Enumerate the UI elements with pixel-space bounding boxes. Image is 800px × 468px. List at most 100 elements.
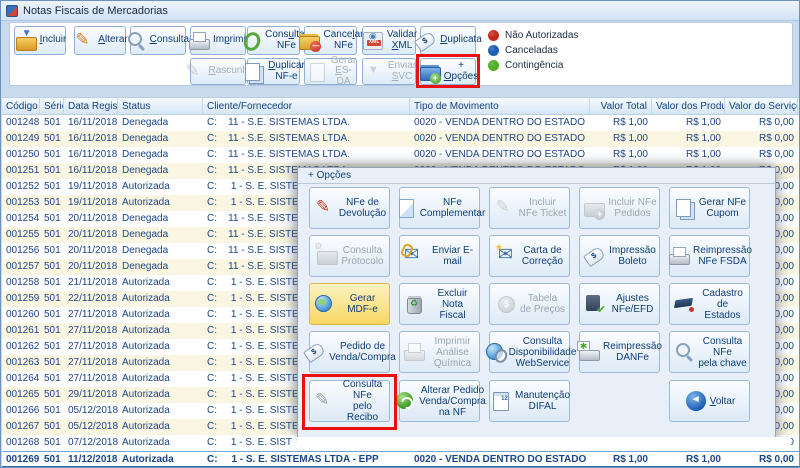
excluir-nota-fiscal-label: Excluir NotaFiscal [428, 288, 477, 321]
nfe-devolucao-button[interactable]: NFe deDevolução [309, 187, 390, 229]
gerar-nfe-cupom-button[interactable]: Gerar NFeCupom [669, 187, 750, 229]
cell-date: 27/11/2018 [64, 339, 118, 355]
cell-code: 001254 [2, 211, 40, 227]
alterar-button[interactable]: Alterar [74, 26, 126, 55]
ajustes-nfe-efd-icon [582, 293, 606, 315]
table-row[interactable]: 00124950116/11/2018DenegadaC: 11 - S.E. … [2, 131, 800, 147]
column-header-client[interactable]: Cliente/Fornecedor [203, 98, 410, 114]
duplicar-nfe-button[interactable]: DuplicarNF-e [247, 58, 300, 85]
duplicata-button[interactable]: Duplicata [420, 26, 476, 55]
cell-date: 19/11/2018 [64, 195, 118, 211]
window-title: Notas Fiscais de Mercadorias [23, 5, 168, 17]
column-header-total[interactable]: Valor Total [590, 98, 652, 114]
app-window: Notas Fiscais de Mercadorias Não Autoriz… [0, 0, 800, 468]
alterar-pedido-na-nf-button[interactable]: Alterar PedidoVenda/Comprana NF [399, 380, 480, 422]
cell-serie: 501 [40, 355, 64, 371]
cell-code: 001257 [2, 259, 40, 275]
consultar-button[interactable]: Consultar [130, 26, 186, 55]
nfe-complementar-label: NFeComplementar [420, 197, 486, 219]
cell-date: 05/12/2018 [64, 419, 118, 435]
cell-status: Autorizada [118, 307, 203, 323]
column-header-service[interactable]: Valor do Serviço [725, 98, 798, 114]
cell-serie: 501 [40, 307, 64, 323]
cell-date: 16/11/2018 [64, 115, 118, 131]
cell-date: 07/12/2018 [64, 435, 118, 451]
reimpressao-danfe-button[interactable]: ReimpressãoDANFe [579, 331, 660, 373]
pedido-venda-compra-button[interactable]: Pedido deVenda/Compra [309, 331, 390, 373]
cell-date: 20/11/2018 [64, 243, 118, 259]
consulta-protocolo-button: ConsultaProtocolo [309, 235, 390, 277]
gerar-mdfe-button[interactable]: Gerar MDF-e [309, 283, 390, 325]
cell-products: R$ 1,00 [652, 147, 725, 163]
reimpressao-danfe-label: ReimpressãoDANFe [603, 341, 662, 363]
imprimir-analise-quimica-icon [402, 341, 426, 363]
app-icon [6, 5, 18, 17]
opcoes-button[interactable]: + Opções [420, 58, 476, 85]
carta-correcao-label: Carta deCorreção [522, 245, 563, 267]
carta-correcao-button[interactable]: Carta deCorreção [489, 235, 570, 277]
enviar-email-button[interactable]: Enviar E-mail [399, 235, 480, 277]
incluir-icon [14, 30, 38, 52]
cell-date: 20/11/2018 [64, 259, 118, 275]
cell-code: 001259 [2, 291, 40, 307]
column-header-code[interactable]: Código [2, 98, 40, 114]
nfe-complementar-button[interactable]: NFeComplementar [399, 187, 480, 229]
cell-date: 22/11/2018 [64, 291, 118, 307]
consulta-nfe-pela-chave-button[interactable]: Consulta NFepela chave [669, 331, 750, 373]
column-header-status[interactable]: Status [118, 98, 203, 114]
table-row-selected[interactable]: 00126950111/12/2018AutorizadaC: 1 - S. E… [2, 451, 800, 467]
imprimir-analise-quimica-label: Imprimir AnáliseQuímica [428, 336, 477, 369]
ajustes-nfe-efd-label: Ajustes NFe/EFD [608, 293, 657, 315]
validar-xml-button[interactable]: ValidarXML [362, 26, 416, 55]
excluir-nota-fiscal-button[interactable]: Excluir NotaFiscal [399, 283, 480, 325]
gerar-es-da-icon [305, 61, 329, 83]
cell-date: 27/11/2018 [64, 355, 118, 371]
legend-dot-icon [488, 60, 499, 71]
cell-date: 20/11/2018 [64, 227, 118, 243]
cadastro-de-estados-button[interactable]: Cadastro deEstados [669, 283, 750, 325]
gerar-mdfe-icon [312, 293, 336, 315]
cell-status: Autorizada [118, 339, 203, 355]
alterar-pedido-na-nf-icon [393, 390, 417, 412]
cell-status: Denegada [118, 115, 203, 131]
voltar-button[interactable]: Voltar [669, 380, 750, 422]
cell-serie: 501 [40, 323, 64, 339]
cell-code: 001265 [2, 387, 40, 403]
cell-status: Autorizada [118, 419, 203, 435]
popup-shadow-strip [297, 437, 791, 451]
cancelar-nfe-button[interactable]: CancelarNFe [304, 26, 357, 55]
consulta-nfe-pelo-recibo-icon [312, 390, 336, 412]
cell-status: Autorizada [118, 323, 203, 339]
cell-products: R$ 1,00 [652, 131, 725, 147]
cell-status: Denegada [118, 243, 203, 259]
cell-total: R$ 1,00 [590, 115, 652, 131]
cell-serie: 501 [40, 452, 64, 466]
tabela-de-precos-label: Tabelade Preços [520, 293, 565, 315]
column-header-products[interactable]: Valor dos Produtos [652, 98, 725, 114]
column-header-serie[interactable]: Série [40, 98, 64, 114]
ajustes-nfe-efd-button[interactable]: Ajustes NFe/EFD [579, 283, 660, 325]
gerar-mdfe-label: Gerar MDF-e [338, 293, 387, 315]
pedido-venda-compra-icon [303, 341, 327, 363]
cell-code: 001267 [2, 419, 40, 435]
cell-movement: 0020 - VENDA DENTRO DO ESTADO [410, 147, 590, 163]
consultar-nfe-button[interactable]: ConsultarNFe [247, 26, 300, 55]
table-row[interactable]: 00125050116/11/2018DenegadaC: 11 - S.E. … [2, 147, 800, 163]
cell-serie: 501 [40, 211, 64, 227]
alterar-icon [72, 30, 96, 52]
enviar-svc-button: EnviarSVC [362, 58, 416, 85]
incluir-button[interactable]: Incluir [14, 26, 66, 55]
table-row[interactable]: 00124850116/11/2018DenegadaC: 11 - S.E. … [2, 115, 800, 131]
consulta-nfe-pelo-recibo-button[interactable]: Consulta NFepelo Recibo [309, 380, 390, 422]
impressao-boleto-button[interactable]: ImpressãoBoleto [579, 235, 660, 277]
consultar-icon [124, 30, 148, 52]
cell-status: Autorizada [118, 179, 203, 195]
reimpressao-nfe-fsda-button[interactable]: ReimpressãoNFe FSDA [669, 235, 750, 277]
column-header-date[interactable]: Data Registro [64, 98, 118, 114]
imprimir-button[interactable]: Imprimir [190, 26, 246, 55]
column-header-movement[interactable]: Tipo de Movimento [410, 98, 590, 114]
manutencao-difal-button[interactable]: ManutençãoDIFAL [489, 380, 570, 422]
consulta-disp-webservice-button[interactable]: ConsultaDisponibilidadeWebService [489, 331, 570, 373]
cell-total: R$ 1,00 [590, 452, 652, 466]
cell-status: Denegada [118, 147, 203, 163]
